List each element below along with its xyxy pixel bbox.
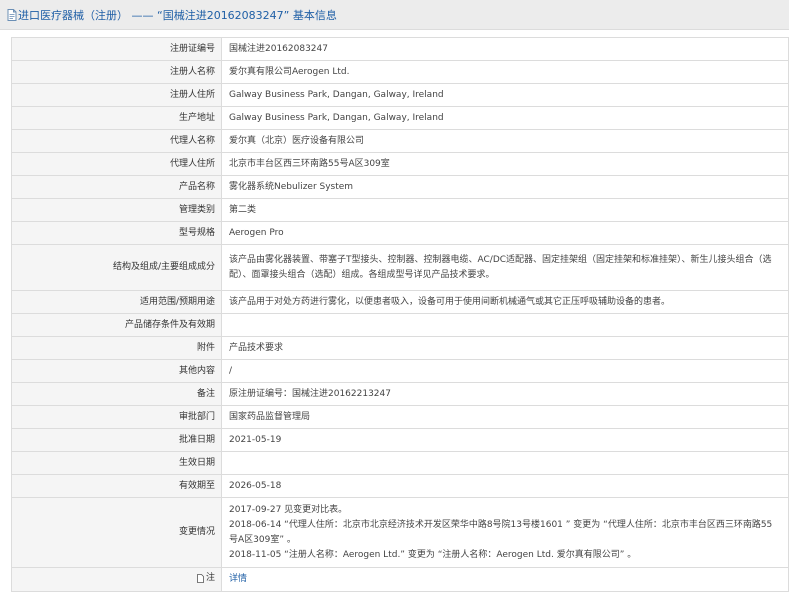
field-value: 原注册证编号：国械注进20162213247 <box>221 382 789 406</box>
document-icon <box>7 8 17 21</box>
change-entry: 2018-11-05 “注册人名称：Aerogen Ltd.” 变更为 “注册人… <box>229 549 637 560</box>
field-label: 变更情况 <box>11 497 222 568</box>
field-label: 管理类别 <box>11 198 222 222</box>
page-header: 进口医疗器械（注册） —— “国械注进20162083247” 基本信息 <box>0 0 789 30</box>
field-value: 该产品由雾化器装置、带塞子T型接头、控制器、控制器电缆、AC/DC适配器、固定挂… <box>221 244 789 291</box>
field-label: 适用范围/预期用途 <box>11 290 222 314</box>
field-value <box>221 451 789 475</box>
field-label: 批准日期 <box>11 428 222 452</box>
change-entry: 2018-06-14 “代理人住所：北京市北京经济技术开发区荣华中路8号院13号… <box>229 519 773 545</box>
field-value: 雾化器系统Nebulizer System <box>221 175 789 199</box>
details-link[interactable]: 详情 <box>229 574 247 584</box>
field-value: 2026-05-18 <box>221 474 789 498</box>
field-label: 有效期至 <box>11 474 222 498</box>
field-label: 型号规格 <box>11 221 222 245</box>
table-row: 有效期至 2026-05-18 <box>11 474 789 498</box>
field-value <box>221 313 789 337</box>
field-label: 审批部门 <box>11 405 222 429</box>
table-row: 产品名称 雾化器系统Nebulizer System <box>11 175 789 199</box>
note-label-cell: 注 <box>11 567 222 592</box>
table-row: 批准日期 2021-05-19 <box>11 428 789 452</box>
change-entry: 2017-09-27 见变更对比表。 <box>229 504 348 515</box>
detail-table: 注册证编号 国械注进20162083247 注册人名称 爱尔真有限公司Aerogen… <box>11 37 789 592</box>
field-label: 产品名称 <box>11 175 222 199</box>
table-row: 注册人名称 爱尔真有限公司Aerogen Ltd. <box>11 60 789 84</box>
table-row: 审批部门 国家药品监督管理局 <box>11 405 789 429</box>
field-label: 生效日期 <box>11 451 222 475</box>
field-value: / <box>221 359 789 383</box>
field-label: 其他内容 <box>11 359 222 383</box>
field-value: 该产品用于对处方药进行雾化，以便患者吸入，设备可用于使用间断机械通气或其它正压呼… <box>221 290 789 314</box>
table-row: 生产地址 Galway Business Park, Dangan, Galway… <box>11 106 789 130</box>
table-row: 附件 产品技术要求 <box>11 336 789 360</box>
document-icon <box>197 573 204 583</box>
field-label: 产品储存条件及有效期 <box>11 313 222 337</box>
table-row: 管理类别 第二类 <box>11 198 789 222</box>
field-value: 北京市丰台区西三环南路55号A区309室 <box>221 152 789 176</box>
table-row: 注册证编号 国械注进20162083247 <box>11 37 789 61</box>
field-label: 代理人名称 <box>11 129 222 153</box>
table-row-changes: 变更情况 2017-09-27 见变更对比表。 2018-06-14 “代理人住… <box>11 497 789 568</box>
field-value: 第二类 <box>221 198 789 222</box>
field-value: 2021-05-19 <box>221 428 789 452</box>
table-row: 注册人住所 Galway Business Park, Dangan, Galwa… <box>11 83 789 107</box>
field-label: 注册人住所 <box>11 83 222 107</box>
page-title: 进口医疗器械（注册） —— “国械注进20162083247” 基本信息 <box>18 8 337 22</box>
field-value: 产品技术要求 <box>221 336 789 360</box>
table-row: 型号规格 Aerogen Pro <box>11 221 789 245</box>
table-row: 适用范围/预期用途 该产品用于对处方药进行雾化，以便患者吸入，设备可用于使用间断机… <box>11 290 789 314</box>
table-row: 生效日期 <box>11 451 789 475</box>
table-row: 备注 原注册证编号：国械注进20162213247 <box>11 382 789 406</box>
field-value: Aerogen Pro <box>221 221 789 245</box>
field-label: 代理人住所 <box>11 152 222 176</box>
field-value: 国械注进20162083247 <box>221 37 789 61</box>
table-row-note: 注 详情 <box>11 567 789 592</box>
table-row: 结构及组成/主要组成成分 该产品由雾化器装置、带塞子T型接头、控制器、控制器电缆、… <box>11 244 789 291</box>
field-value: Galway Business Park, Dangan, Galway, Ir… <box>221 83 789 107</box>
field-value: 爱尔真（北京）医疗设备有限公司 <box>221 129 789 153</box>
field-value: Galway Business Park, Dangan, Galway, Ir… <box>221 106 789 130</box>
change-history: 2017-09-27 见变更对比表。 2018-06-14 “代理人住所：北京市… <box>221 497 789 568</box>
note-label: 注 <box>197 571 215 586</box>
field-label: 备注 <box>11 382 222 406</box>
table-row: 产品储存条件及有效期 <box>11 313 789 337</box>
field-label: 附件 <box>11 336 222 360</box>
table-row: 代理人名称 爱尔真（北京）医疗设备有限公司 <box>11 129 789 153</box>
table-row: 代理人住所 北京市丰台区西三环南路55号A区309室 <box>11 152 789 176</box>
table-row: 其他内容 / <box>11 359 789 383</box>
field-label: 注册人名称 <box>11 60 222 84</box>
field-value: 国家药品监督管理局 <box>221 405 789 429</box>
field-label: 注册证编号 <box>11 37 222 61</box>
field-value: 爱尔真有限公司Aerogen Ltd. <box>221 60 789 84</box>
note-value: 详情 <box>221 567 789 592</box>
field-label: 生产地址 <box>11 106 222 130</box>
field-label: 结构及组成/主要组成成分 <box>11 244 222 291</box>
